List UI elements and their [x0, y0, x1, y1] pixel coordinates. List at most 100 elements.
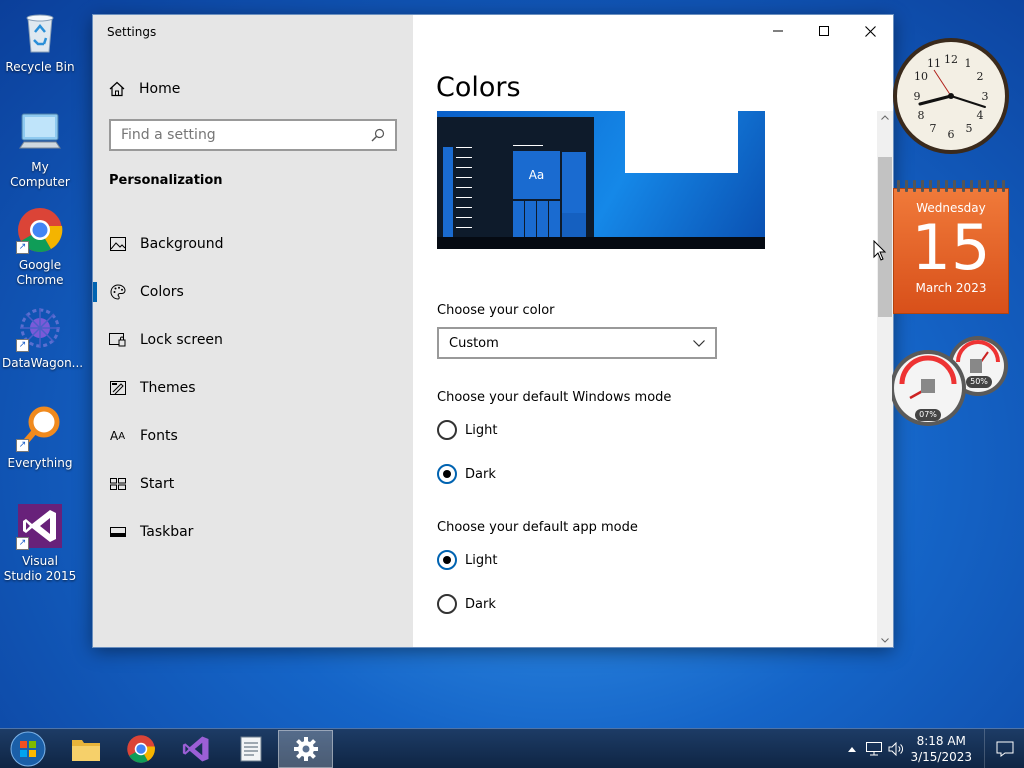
taskbar: 8:18 AM 3/15/2023 [0, 728, 1024, 768]
desktop-icon-label: DataWagon... [2, 356, 84, 370]
memory-percent: 50% [970, 377, 988, 386]
scroll-down-icon[interactable] [881, 638, 889, 643]
nav-item-label: Background [140, 236, 224, 252]
minimize-button[interactable] [755, 15, 801, 47]
taskbar-visual-studio[interactable] [168, 730, 223, 768]
nav-item-background[interactable]: Background [93, 220, 413, 268]
taskbar-chrome[interactable] [113, 730, 168, 768]
desktop-icon-label: Google Chrome [16, 258, 64, 287]
volume-icon[interactable] [888, 742, 904, 756]
home-icon [109, 81, 125, 97]
desktop-icon-label: Recycle Bin [5, 60, 75, 74]
calendar-gadget[interactable]: Wednesday 15 March 2023 [893, 180, 1009, 314]
chrome-icon: ↗ [16, 206, 64, 254]
radio-circle [437, 594, 457, 614]
chrome-icon [126, 734, 155, 763]
calendar-day: 15 [911, 211, 991, 284]
computer-icon [16, 108, 64, 156]
preview-menu-items [443, 147, 453, 237]
preview-header-line [513, 145, 543, 146]
settings-window: Settings Home Find a setting Personaliza… [93, 15, 893, 647]
desktop-icon-label: Visual Studio 2015 [3, 554, 77, 583]
color-dropdown[interactable]: Custom [437, 327, 717, 359]
analog-clock-icon: 12 12 345 678 91011 [893, 38, 1009, 154]
nav-item-label: Colors [140, 284, 184, 300]
settings-gear-icon [293, 736, 318, 761]
color-dropdown-value: Custom [449, 335, 499, 351]
desktop-icon-my-computer[interactable]: My Computer [2, 108, 78, 190]
desktop-icon-recycle-bin[interactable]: Recycle Bin [2, 8, 78, 75]
nav-item-label: Themes [140, 380, 196, 396]
nav-item-label: Taskbar [140, 524, 194, 540]
system-tray: 8:18 AM 3/15/2023 [848, 729, 1024, 768]
desktop-icon-google-chrome[interactable]: ↗ Google Chrome [2, 206, 78, 288]
nav-item-start[interactable]: Start [93, 460, 413, 508]
maximize-button[interactable] [801, 15, 847, 47]
nav-item-lock-screen[interactable]: Lock screen [93, 316, 413, 364]
taskbar-file-explorer[interactable] [58, 730, 113, 768]
app-mode-light-radio[interactable]: Light [437, 550, 497, 570]
nav-item-themes[interactable]: Themes [93, 364, 413, 412]
shortcut-arrow-icon: ↗ [16, 241, 29, 254]
radio-label: Light [465, 552, 498, 568]
scroll-thumb[interactable] [878, 157, 892, 317]
clock-gadget[interactable]: 12 1 2 345 678 9 10 11 [893, 33, 1013, 159]
taskbar-settings[interactable] [278, 729, 333, 768]
radio-label: Dark [465, 466, 496, 482]
content-scrollbar[interactable] [877, 111, 893, 647]
svg-text:1: 1 [965, 57, 972, 70]
taskbar-notepad[interactable] [223, 730, 278, 768]
action-center-button[interactable] [984, 729, 1024, 768]
cpu-meter-icon [890, 336, 1008, 426]
preview-tiles-right [562, 151, 586, 237]
radio-label: Light [465, 422, 498, 438]
cpu-meter-gadget[interactable]: 07% 50% [890, 336, 1014, 432]
tray-date: 3/15/2023 [910, 750, 972, 764]
nav-home-label: Home [139, 81, 181, 97]
visual-studio-icon: ↗ [16, 502, 64, 550]
window-controls [755, 15, 893, 47]
color-preview: Aa [437, 111, 765, 249]
radio-circle-checked [437, 464, 457, 484]
network-icon[interactable] [866, 742, 883, 756]
desktop-icon-visual-studio[interactable]: ↗ Visual Studio 2015 [2, 502, 78, 584]
choose-color-label: Choose your color [437, 303, 555, 318]
nav-item-fonts[interactable]: AA Fonts [93, 412, 413, 460]
preview-window [625, 111, 738, 173]
app-mode-dark-radio[interactable]: Dark [437, 594, 496, 614]
svg-text:11: 11 [927, 57, 941, 70]
clock-tray[interactable]: 8:18 AM 3/15/2023 [910, 733, 972, 765]
section-title: Personalization [109, 173, 223, 188]
close-button[interactable] [847, 15, 893, 47]
desktop-icon-label: My Computer [10, 160, 70, 189]
search-input[interactable]: Find a setting [109, 119, 397, 151]
maximize-icon [819, 26, 829, 36]
search-icon [371, 128, 385, 142]
preview-taskbar [437, 237, 765, 249]
windows-mode-dark-radio[interactable]: Dark [437, 464, 496, 484]
svg-text:7: 7 [930, 122, 937, 135]
start-button[interactable] [0, 730, 55, 768]
image-icon [109, 237, 126, 251]
start-icon [109, 478, 126, 490]
scroll-up-icon[interactable] [881, 115, 889, 120]
calendar-rings [897, 180, 1005, 192]
desktop-icon-everything[interactable]: ↗ Everything [2, 404, 78, 471]
start-orb-icon [10, 731, 45, 766]
datawagon-icon: ↗ [16, 304, 64, 352]
nav-item-colors[interactable]: Colors [93, 268, 413, 316]
svg-text:8: 8 [918, 109, 925, 122]
recycle-bin-icon [16, 8, 64, 56]
desktop-icon-datawagon[interactable]: ↗ DataWagon... [2, 304, 84, 371]
calendar-page: Wednesday 15 March 2023 [893, 188, 1009, 314]
notification-icon [996, 741, 1013, 757]
nav-home[interactable]: Home [109, 79, 180, 99]
svg-text:6: 6 [948, 128, 955, 141]
tray-expand-icon[interactable] [848, 746, 857, 752]
page-title: Colors [436, 72, 521, 103]
svg-text:2: 2 [977, 70, 984, 83]
nav-item-taskbar[interactable]: Taskbar [93, 508, 413, 556]
windows-mode-light-radio[interactable]: Light [437, 420, 497, 440]
notepad-icon [240, 736, 261, 761]
nav-item-label: Fonts [140, 428, 178, 444]
